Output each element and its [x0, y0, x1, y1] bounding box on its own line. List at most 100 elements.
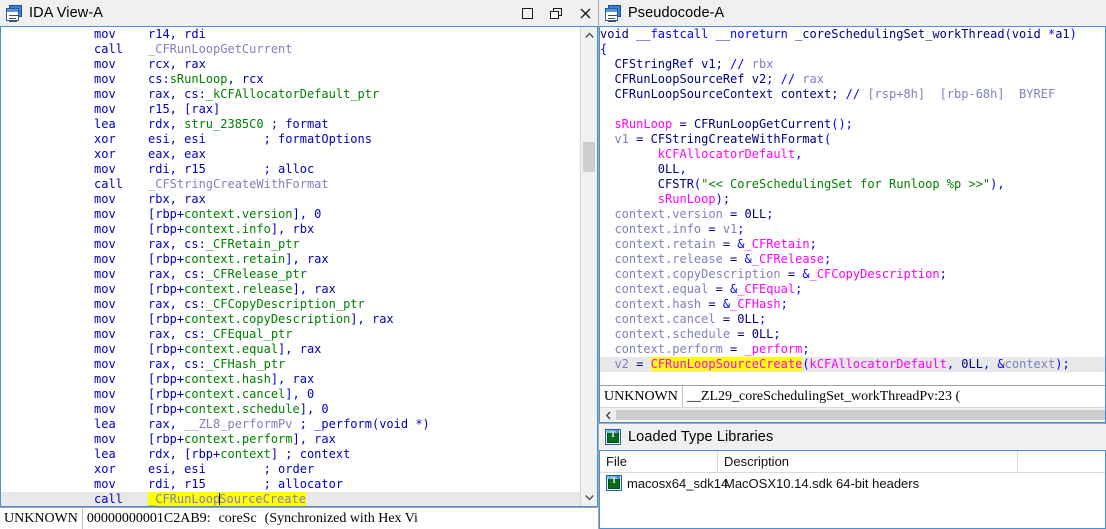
operand-reg: [rbp+	[148, 252, 185, 266]
highlighted-symbol[interactable]: CFRunLoopSourceCreate	[650, 357, 803, 371]
scroll-up-icon[interactable]	[581, 27, 597, 44]
token-punct: ;	[780, 297, 788, 311]
operand-cmt: format	[285, 117, 329, 131]
pseudocode-line[interactable]: context.schedule = 0LL;	[600, 327, 1105, 342]
pseudocode-line[interactable]: context.release = &_CFRelease;	[600, 252, 1105, 267]
disassembly-line[interactable]: mov [rbp+context.retain], rax	[1, 252, 580, 267]
restore-icon[interactable]	[549, 6, 563, 20]
pseudocode-line[interactable]: CFStringRef v1; // rbx	[600, 57, 1105, 72]
token-glob: _CFEqual	[737, 282, 796, 296]
disassembly-line[interactable]: mov rax, cs:_CFCopyDescription_ptr	[1, 297, 580, 312]
operand-reg: ;	[292, 417, 315, 431]
pseudocode-line[interactable]: context.retain = &_CFRetain;	[600, 237, 1105, 252]
table-row[interactable]: Tmacosx64_sdk14 MacOSX10.14.sdk 64-bit he…	[600, 473, 1105, 493]
disassembly-line[interactable]: xor esi, esi ; order	[1, 462, 580, 477]
pseudocode-line[interactable]: v2 = CFRunLoopSourceCreate(kCFAllocatorD…	[600, 357, 1105, 372]
disassembly-line[interactable]: call _CFRunLoopSourceCreate	[1, 492, 580, 506]
disassembly-line[interactable]: mov r15, [rax]	[1, 102, 580, 117]
disassembly-line[interactable]: mov rcx, rax	[1, 57, 580, 72]
operand-memb: stru_2385C0	[184, 117, 264, 131]
pseudocode-line[interactable]: context.version = 0LL;	[600, 207, 1105, 222]
disassembly-line[interactable]: mov rdi, r15 ; alloc	[1, 162, 580, 177]
pseudocode-listing[interactable]: void __fastcall __noreturn _coreScheduli…	[600, 27, 1105, 385]
operand-memb: sRunLoop	[169, 72, 228, 86]
disassembly-vertical-scrollbar[interactable]	[580, 27, 597, 506]
pseudocode-line[interactable]: kCFAllocatorDefault,	[600, 147, 1105, 162]
disassembly-line[interactable]: mov r14, rdi	[1, 27, 580, 42]
highlighted-symbol[interactable]: _CFRunLoopSourceCreate	[148, 492, 306, 506]
operand-memb: context.perform	[184, 432, 293, 446]
operand-memb: context	[220, 447, 271, 461]
column-header-description[interactable]: Description	[718, 451, 1018, 472]
pseudocode-line[interactable]: context.info = v1;	[600, 222, 1105, 237]
disassembly-line[interactable]: xor esi, esi ; formatOptions	[1, 132, 580, 147]
pseudocode-line[interactable]: void __fastcall __noreturn _coreScheduli…	[600, 27, 1105, 42]
disassembly-line[interactable]: mov [rbp+context.hash], rax	[1, 372, 580, 387]
operand-reg: r15, [rax]	[148, 102, 221, 116]
disassembly-line[interactable]: mov [rbp+context.version], 0	[1, 207, 580, 222]
hscroll-track[interactable]	[616, 408, 1105, 422]
disassembly-line[interactable]: mov rax, cs:_CFRetain_ptr	[1, 237, 580, 252]
hscroll-thumb[interactable]	[616, 410, 1105, 420]
token-typ: =	[628, 357, 651, 371]
operand-reg: [rbp+	[148, 282, 185, 296]
disassembly-line[interactable]: mov rax, cs:_CFEqual_ptr	[1, 327, 580, 342]
pseudocode-line[interactable]: CFRunLoopSourceContext context; // [rsp+…	[600, 87, 1105, 102]
disassembly-line[interactable]: lea rax, __ZL8_performPv ; _perform(void …	[1, 417, 580, 432]
window-buttons	[520, 6, 598, 20]
pseudocode-line[interactable]: context.cancel = 0LL;	[600, 312, 1105, 327]
pseudocode-line[interactable]: 0LL,	[600, 162, 1105, 177]
disassembly-line[interactable]: mov rax, cs:_CFRelease_ptr	[1, 267, 580, 282]
instruction-mnemonic: mov	[94, 402, 116, 416]
disassembly-line[interactable]: mov [rbp+context.info], rbx	[1, 222, 580, 237]
disassembly-line[interactable]: mov [rbp+context.schedule], 0	[1, 402, 580, 417]
disassembly-line[interactable]: xor eax, eax	[1, 147, 580, 162]
pseudocode-line[interactable]: sRunLoop = CFRunLoopGetCurrent();	[600, 117, 1105, 132]
token-typ: CFRunLoopSourceRef v2;	[614, 72, 781, 86]
pseudocode-line[interactable]: CFSTR("<< CoreSchedulingSet for Runloop …	[600, 177, 1105, 192]
close-icon[interactable]	[578, 6, 592, 20]
scroll-down-icon[interactable]	[581, 489, 597, 506]
maximize-icon[interactable]	[520, 6, 534, 20]
pseudocode-line[interactable]: context.equal = &_CFEqual;	[600, 282, 1105, 297]
disassembly-line[interactable]: mov cs:sRunLoop, rcx	[1, 72, 580, 87]
token-punct: ();	[831, 117, 853, 131]
disassembly-line[interactable]: mov rbx, rax	[1, 192, 580, 207]
disassembly-line[interactable]: mov [rbp+context.perform], rax	[1, 432, 580, 447]
disassembly-line[interactable]: lea rdx, stru_2385C0 ; format	[1, 117, 580, 132]
instruction-mnemonic: mov	[94, 222, 116, 236]
pseudocode-line[interactable]: sRunLoop);	[600, 192, 1105, 207]
token-punct: (	[1004, 27, 1012, 41]
pseudocode-line[interactable]: context.perform = _perform;	[600, 342, 1105, 357]
operand-reg: rax,	[148, 417, 185, 431]
disassembly-line[interactable]: mov rax, cs:_kCFAllocatorDefault_ptr	[1, 87, 580, 102]
disassembly-line[interactable]: mov [rbp+context.cancel], 0	[1, 387, 580, 402]
disassembly-line[interactable]: mov [rbp+context.release], rax	[1, 282, 580, 297]
chevron-left-icon[interactable]	[600, 408, 616, 422]
operand-reg: esi, esi ;	[148, 132, 279, 146]
disassembly-line[interactable]: call _CFStringCreateWithFormat	[1, 177, 580, 192]
disassembly-line[interactable]: mov [rbp+context.copyDescription], rax	[1, 312, 580, 327]
disassembly-line[interactable]: call _CFRunLoopGetCurrent	[1, 42, 580, 57]
column-header-file[interactable]: File	[600, 451, 718, 472]
pseudocode-line[interactable]: CFRunLoopSourceRef v2; // rax	[600, 72, 1105, 87]
disassembly-line[interactable]: mov rax, cs:_CFHash_ptr	[1, 357, 580, 372]
operand-reg: rax, cs:	[148, 87, 206, 101]
disassembly-line[interactable]: mov [rbp+context.equal], rax	[1, 342, 580, 357]
instruction-mnemonic: call	[94, 177, 123, 191]
scrollbar-thumb[interactable]	[583, 142, 595, 172]
disassembly-line[interactable]: mov rdi, r15 ; allocator	[1, 477, 580, 492]
pseudocode-horizontal-scrollbar[interactable]	[600, 407, 1105, 422]
pseudocode-line[interactable]: context.hash = &_CFHash;	[600, 297, 1105, 312]
type-library-icon: T	[606, 475, 622, 491]
disassembly-line[interactable]: lea rdx, [rbp+context] ; context	[1, 447, 580, 462]
pseudocode-line[interactable]: context.copyDescription = &_CFCopyDescri…	[600, 267, 1105, 282]
pseudocode-line[interactable]: {	[600, 42, 1105, 57]
operand-cmt: context	[299, 447, 351, 461]
token-glob: sRunLoop	[614, 117, 673, 131]
pseudocode-line[interactable]	[600, 102, 1105, 117]
pseudocode-line[interactable]: v1 = CFStringCreateWithFormat(	[600, 132, 1105, 147]
disassembly-listing[interactable]: mov r14, rdi call _CFRunLoopGetCurrent mov rc…	[1, 27, 580, 506]
pseudocode-a-titlebar: Pseudocode-A	[599, 0, 1106, 26]
